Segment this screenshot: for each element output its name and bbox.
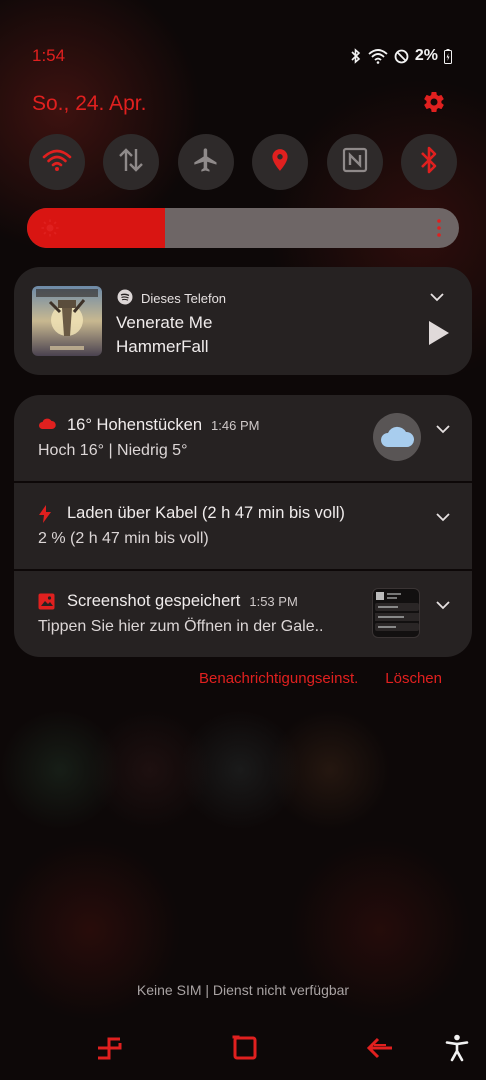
expand-chevron-icon[interactable]: [436, 509, 450, 527]
data-transfer-icon: [117, 147, 145, 178]
recent-apps-button[interactable]: [95, 1034, 123, 1067]
notification-title: Screenshot gespeichert 1:53 PM: [67, 592, 298, 611]
album-art: [32, 286, 102, 356]
accessibility-button[interactable]: [445, 1034, 469, 1067]
weather-icon: [373, 413, 421, 461]
charging-notification[interactable]: Laden über Kabel (2 h 47 min bis voll) 2…: [14, 483, 472, 569]
location-tile[interactable]: [252, 134, 309, 190]
notification-body: Hoch 16° | Niedrig 5°: [38, 442, 188, 459]
notification-body: Tippen Sie hier zum Öffnen in der Gale..: [38, 618, 324, 635]
battery-charging-icon: [444, 48, 452, 64]
back-button[interactable]: [366, 1034, 394, 1067]
media-player-card[interactable]: Dieses Telefon Venerate Me HammerFall: [14, 267, 472, 375]
media-source-label: Dieses Telefon: [141, 291, 227, 306]
do-not-disturb-icon: [394, 49, 409, 64]
bluetooth-icon: [419, 145, 439, 180]
brightness-sun-icon: [41, 219, 59, 242]
wifi-icon: [42, 148, 72, 177]
battery-percent: 2%: [414, 47, 438, 64]
brightness-slider[interactable]: [27, 208, 459, 248]
media-source: Dieses Telefon: [117, 289, 226, 308]
screenshot-notification[interactable]: Screenshot gespeichert 1:53 PM Tippen Si…: [14, 571, 472, 657]
expand-chevron-icon[interactable]: [430, 289, 444, 307]
settings-gear-icon[interactable]: [422, 90, 446, 119]
expand-chevron-icon[interactable]: [436, 421, 450, 439]
notification-actions: Benachrichtigungseinst. Löschen: [199, 670, 442, 687]
track-title: Venerate Me: [116, 313, 213, 332]
notification-settings-button[interactable]: Benachrichtigungseinst.: [199, 670, 358, 687]
clear-all-button[interactable]: Löschen: [385, 670, 442, 687]
notification-body: 2 % (2 h 47 min bis voll): [38, 530, 209, 547]
screenshot-title-label: Screenshot gespeichert: [67, 592, 241, 610]
status-icons: 2%: [350, 47, 452, 65]
notification-title: Laden über Kabel (2 h 47 min bis voll): [67, 504, 345, 523]
quick-settings-tiles: [29, 134, 457, 190]
lightning-icon: [38, 505, 52, 528]
wifi-status-icon: [368, 48, 388, 64]
status-bar: 1:54 2%: [32, 40, 452, 72]
notification-time: 1:53 PM: [249, 594, 298, 609]
notification-list: 16° Hohenstücken 1:46 PM Hoch 16° | Nied…: [14, 395, 472, 657]
wifi-tile[interactable]: [29, 134, 85, 190]
location-pin-icon: [267, 145, 293, 180]
track-artist: HammerFall: [116, 337, 209, 356]
nfc-tile[interactable]: [326, 134, 383, 190]
airplane-icon: [192, 146, 220, 179]
weather-notification[interactable]: 16° Hohenstücken 1:46 PM Hoch 16° | Nied…: [14, 395, 472, 481]
bluetooth-tile[interactable]: [400, 134, 457, 190]
airplane-mode-tile[interactable]: [177, 134, 234, 190]
expand-chevron-icon[interactable]: [436, 597, 450, 615]
notification-time: 1:46 PM: [211, 418, 260, 433]
bluetooth-status-icon: [350, 48, 362, 64]
weather-location-label: 16° Hohenstücken: [67, 416, 203, 434]
home-button[interactable]: [231, 1034, 259, 1067]
nfc-icon: [342, 147, 368, 178]
more-options-icon[interactable]: [437, 219, 441, 242]
date-row: So., 24. Apr.: [32, 86, 446, 122]
navigation-bar: [0, 1030, 486, 1070]
charging-title-label: Laden über Kabel (2 h 47 min bis voll): [67, 504, 345, 522]
status-time: 1:54: [32, 46, 66, 65]
screenshot-thumbnail: [372, 588, 420, 638]
notification-title: 16° Hohenstücken 1:46 PM: [67, 416, 259, 435]
spotify-icon: [117, 289, 133, 308]
mobile-data-tile[interactable]: [103, 134, 160, 190]
date-label: So., 24. Apr.: [32, 92, 147, 115]
image-icon: [38, 593, 55, 615]
play-button[interactable]: [428, 320, 450, 351]
sim-status-label: Keine SIM | Dienst nicht verfügbar: [136, 982, 350, 998]
cloud-icon: [38, 417, 56, 436]
